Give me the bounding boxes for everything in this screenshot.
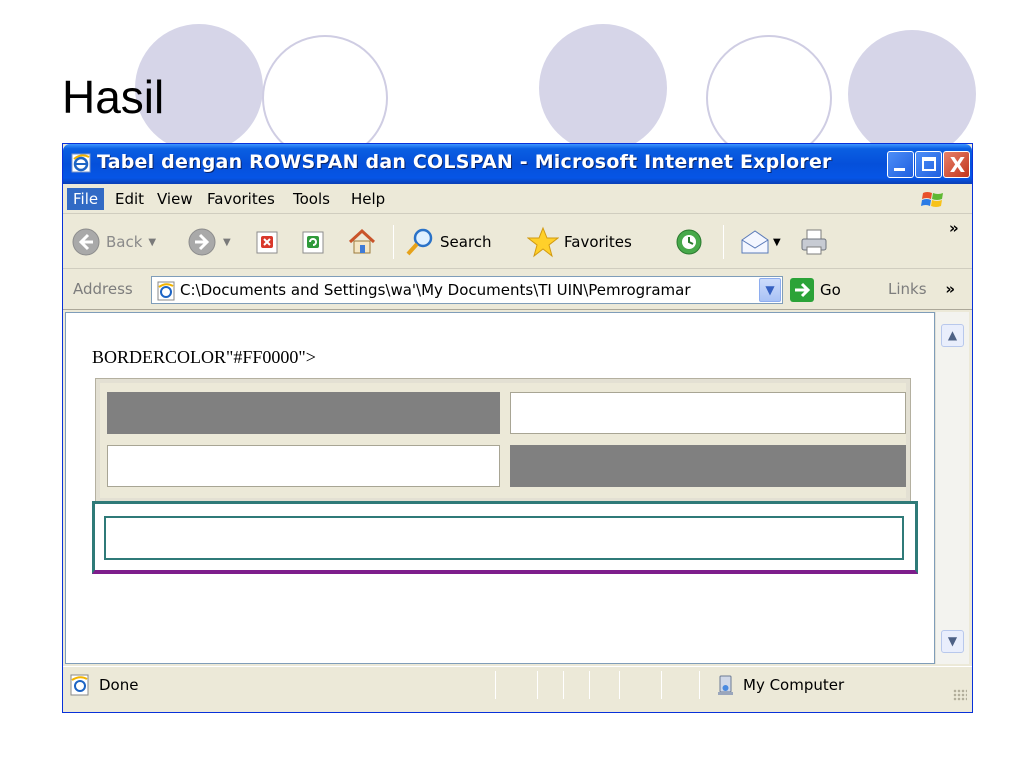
vertical-scrollbar[interactable]: ▲ ▼ bbox=[935, 312, 969, 664]
menu-help[interactable]: Help bbox=[345, 188, 391, 210]
address-dropdown-icon[interactable]: ▼ bbox=[759, 278, 781, 302]
menu-tools[interactable]: Tools bbox=[287, 188, 336, 210]
status-bar: Done My Computer bbox=[63, 666, 972, 702]
page-icon bbox=[157, 281, 175, 301]
menu-edit[interactable]: Edit bbox=[109, 188, 150, 210]
decor-circle-filled-2 bbox=[539, 24, 667, 152]
history-button[interactable] bbox=[675, 215, 703, 269]
stop-button[interactable] bbox=[255, 215, 281, 269]
refresh-button[interactable] bbox=[301, 215, 327, 269]
close-button[interactable]: X bbox=[943, 151, 970, 178]
close-icon: X bbox=[949, 153, 966, 177]
address-label: Address bbox=[73, 280, 133, 298]
window-title: Tabel dengan ROWSPAN dan COLSPAN - Micro… bbox=[97, 151, 832, 173]
forward-arrow-icon bbox=[188, 228, 216, 256]
page-text: BORDERCOLOR"#FF0000"> bbox=[92, 347, 316, 367]
status-text: Done bbox=[99, 676, 139, 694]
back-arrow-icon bbox=[72, 228, 100, 256]
standard-toolbar: Back ▼ ▼ Search Favorites ▼ » bbox=[63, 215, 972, 269]
favorites-star-icon bbox=[527, 226, 559, 258]
go-arrow-icon bbox=[790, 278, 814, 302]
zone-text: My Computer bbox=[743, 676, 845, 694]
windows-flag-icon bbox=[921, 192, 943, 207]
back-button[interactable]: Back ▼ bbox=[71, 215, 156, 269]
menu-favorites[interactable]: Favorites bbox=[201, 188, 281, 210]
maximize-icon bbox=[922, 157, 936, 171]
mail-dropdown-icon[interactable]: ▼ bbox=[773, 237, 781, 248]
menu-view[interactable]: View bbox=[151, 188, 199, 210]
print-button[interactable] bbox=[799, 215, 829, 269]
search-icon bbox=[406, 228, 433, 256]
minimize-button[interactable] bbox=[887, 151, 914, 178]
links-overflow-icon: » bbox=[945, 280, 956, 298]
table2-cell bbox=[104, 516, 904, 560]
print-icon bbox=[801, 229, 827, 255]
home-button[interactable] bbox=[347, 215, 377, 269]
table-cell-r1c1 bbox=[107, 392, 500, 434]
rendered-table bbox=[95, 378, 911, 503]
address-input[interactable]: C:\Documents and Settings\wa'\My Documen… bbox=[151, 276, 783, 304]
search-label: Search bbox=[440, 233, 492, 251]
forward-button[interactable]: ▼ bbox=[187, 215, 231, 269]
rendered-table-colored-border bbox=[92, 501, 918, 574]
decor-circle-filled-3 bbox=[848, 30, 976, 158]
links-label: Links bbox=[888, 280, 927, 298]
menu-file[interactable]: File bbox=[67, 188, 105, 210]
table-cell-r2c1 bbox=[107, 445, 500, 487]
page-content: BORDERCOLOR"#FF0000"> bbox=[65, 312, 935, 664]
refresh-icon bbox=[302, 231, 324, 254]
title-bar[interactable]: Tabel dengan ROWSPAN dan COLSPAN - Micro… bbox=[63, 144, 972, 184]
resize-grip-icon[interactable] bbox=[953, 689, 967, 701]
scroll-up-icon[interactable]: ▲ bbox=[941, 324, 964, 347]
ie-window: Tabel dengan ROWSPAN dan COLSPAN - Micro… bbox=[62, 143, 973, 713]
table-cell-r2c2 bbox=[510, 445, 906, 487]
favorites-label: Favorites bbox=[564, 233, 632, 251]
back-label: Back bbox=[106, 233, 143, 251]
home-icon bbox=[348, 228, 376, 254]
go-button[interactable]: Go bbox=[790, 278, 841, 302]
minimize-icon bbox=[894, 168, 905, 171]
security-zone: My Computer bbox=[715, 674, 844, 696]
page-done-icon bbox=[70, 674, 89, 696]
back-dropdown-icon[interactable]: ▼ bbox=[148, 237, 156, 248]
my-computer-icon bbox=[718, 675, 733, 695]
mail-icon bbox=[741, 230, 769, 254]
forward-dropdown-icon[interactable]: ▼ bbox=[223, 237, 231, 248]
favorites-button[interactable]: Favorites bbox=[527, 215, 632, 269]
go-label: Go bbox=[820, 281, 841, 299]
ie-logo-icon bbox=[71, 153, 91, 173]
scroll-down-icon[interactable]: ▼ bbox=[941, 630, 964, 653]
slide-title: Hasil bbox=[62, 71, 165, 123]
menu-bar: File Edit View Favorites Tools Help bbox=[63, 184, 972, 214]
links-button[interactable]: Links » bbox=[888, 280, 955, 298]
table-cell-r1c2 bbox=[510, 392, 906, 434]
mail-button[interactable]: ▼ bbox=[739, 215, 781, 269]
stop-icon bbox=[256, 231, 278, 254]
history-icon bbox=[676, 229, 702, 255]
address-value: C:\Documents and Settings\wa'\My Documen… bbox=[180, 281, 691, 299]
toolbar-overflow-button[interactable]: » bbox=[949, 219, 959, 237]
maximize-button[interactable] bbox=[915, 151, 942, 178]
search-button[interactable]: Search bbox=[405, 215, 492, 269]
address-bar: Address C:\Documents and Settings\wa'\My… bbox=[63, 270, 972, 310]
